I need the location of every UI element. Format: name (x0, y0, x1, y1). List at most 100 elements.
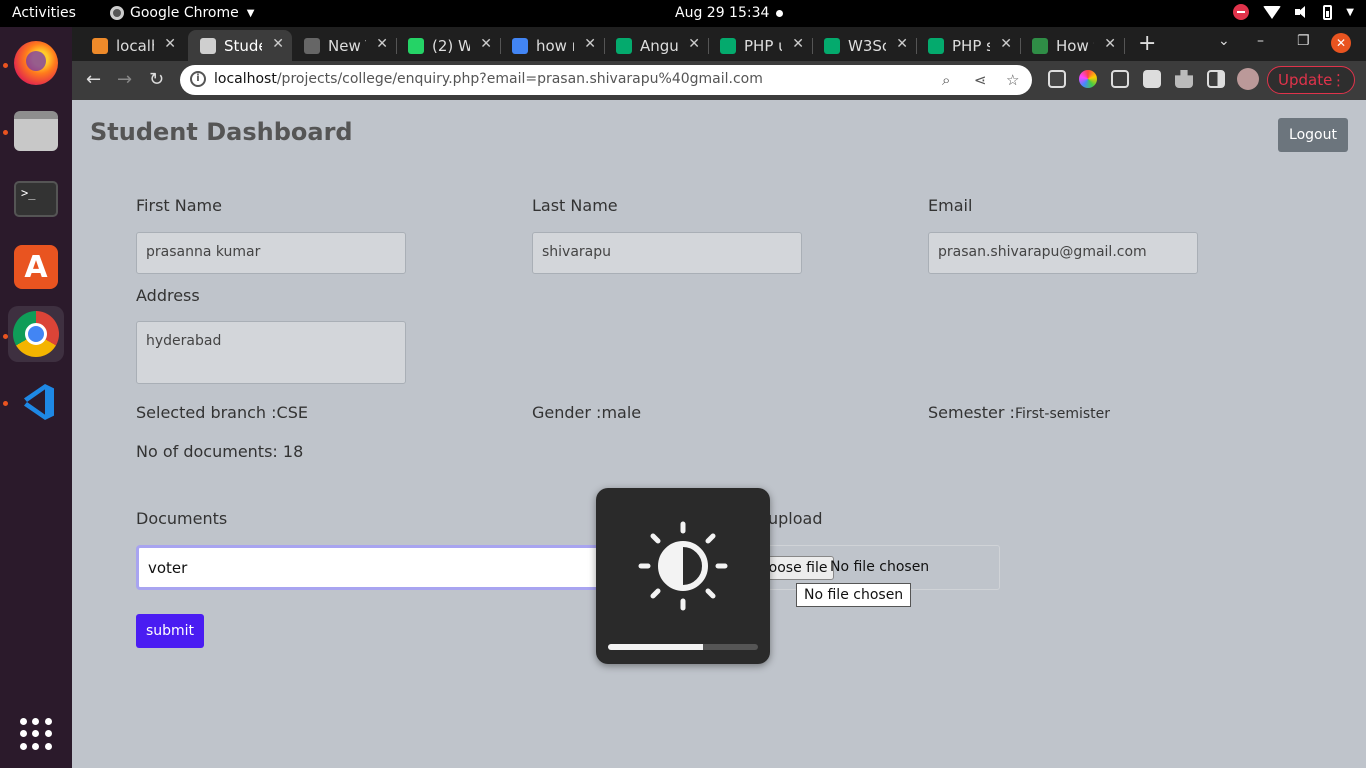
extension-color-icon[interactable] (1079, 70, 1097, 88)
logout-button[interactable]: Logout (1278, 118, 1348, 152)
battery-icon (1323, 4, 1333, 20)
tab-close-icon[interactable]: ✕ (480, 36, 492, 52)
extension-tab-icon[interactable] (1143, 70, 1161, 88)
clock[interactable]: Aug 29 15:34 (675, 5, 769, 21)
url-text: localhost/projects/college/enquiry.php?e… (214, 71, 763, 87)
tab-title: how n (536, 36, 574, 55)
activities-button[interactable]: Activities (12, 5, 76, 21)
address-textarea[interactable]: hyderabad (136, 321, 406, 384)
browser-tab[interactable]: PHP s ✕ (916, 30, 1021, 61)
dock-software[interactable]: A (8, 239, 64, 295)
update-button[interactable]: Update ⋮ (1267, 66, 1355, 94)
extensions-puzzle-icon[interactable] (1175, 70, 1193, 88)
tab-favicon-icon (720, 37, 736, 54)
tab-favicon-icon (304, 37, 320, 54)
side-panel-icon[interactable] (1207, 70, 1225, 88)
caret-down-icon: ▼ (1346, 6, 1354, 18)
tab-title: Stude (224, 36, 262, 55)
notification-dot-icon (776, 10, 783, 17)
email-field[interactable]: prasan.shivarapu@gmail.com (928, 232, 1198, 274)
volume-icon (1295, 5, 1309, 19)
browser-tab[interactable]: (2) Wh ✕ (396, 30, 501, 61)
wifi-icon (1263, 5, 1282, 19)
system-tray[interactable]: ▼ (1233, 4, 1354, 20)
tab-title: Angul (640, 36, 678, 55)
minimize-button[interactable]: – (1257, 33, 1264, 49)
terminal-icon: >_ (14, 181, 58, 217)
browser-tab[interactable]: W3Sch ✕ (812, 30, 917, 61)
last-name-field[interactable]: shivarapu (532, 232, 802, 274)
tab-search-button[interactable]: ⌄ (1218, 33, 1230, 49)
tab-title: W3Sch (848, 36, 886, 55)
tab-favicon-icon (1032, 37, 1048, 54)
share-icon[interactable]: ⋖ (974, 71, 987, 89)
firefox-icon (14, 41, 58, 85)
browser-tab[interactable]: how n ✕ (500, 30, 605, 61)
dock: >_ A (0, 27, 72, 768)
chrome-app-icon (110, 6, 124, 20)
tab-close-icon[interactable]: ✕ (376, 36, 388, 52)
browser-tab[interactable]: Angul ✕ (604, 30, 709, 61)
dock-files[interactable] (8, 103, 64, 159)
tab-close-icon[interactable]: ✕ (792, 36, 804, 52)
browser-tab[interactable]: How t ✕ (1020, 30, 1125, 61)
dock-vscode[interactable] (8, 374, 64, 430)
browser-tab[interactable]: Stude ✕ (188, 30, 292, 61)
tab-close-icon[interactable]: ✕ (584, 36, 596, 52)
menu-kebab-icon: ⋮ (1331, 71, 1346, 89)
browser-toolbar: ← → ↻ i localhost/projects/college/enqui… (72, 61, 1366, 100)
vscode-icon (14, 380, 58, 424)
forward-button[interactable]: → (117, 69, 132, 90)
tab-favicon-icon (408, 37, 424, 54)
zoom-icon[interactable]: ⌕ (942, 71, 950, 89)
new-tab-button[interactable]: + (1138, 31, 1156, 56)
file-tooltip: No file chosen (796, 583, 912, 607)
dock-terminal[interactable]: >_ (8, 171, 64, 227)
file-status: No file chosen (830, 559, 930, 575)
extension-screenshot-icon[interactable] (1111, 70, 1129, 88)
chrome-icon (13, 311, 59, 357)
browser-tab[interactable]: PHP u ✕ (708, 30, 813, 61)
app-menu[interactable]: Google Chrome ▼ (110, 5, 254, 21)
dock-firefox[interactable] (8, 35, 64, 91)
tab-title: New T (328, 36, 366, 55)
tab-close-icon[interactable]: ✕ (164, 36, 176, 52)
branch-text: Selected branch :CSE (136, 403, 308, 422)
tab-close-icon[interactable]: ✕ (1000, 36, 1012, 52)
folder-icon (14, 111, 58, 151)
address-bar[interactable]: i localhost/projects/college/enquiry.php… (180, 65, 1032, 95)
maximize-button[interactable]: ❐ (1297, 33, 1310, 49)
extension-eyedropper-icon[interactable] (1048, 70, 1066, 88)
site-info-icon[interactable]: i (190, 71, 206, 87)
tab-favicon-icon (200, 37, 216, 54)
show-apps-button[interactable] (8, 706, 64, 762)
first-name-label: First Name (136, 196, 222, 215)
tab-separator (1124, 38, 1125, 54)
tab-favicon-icon (824, 37, 840, 54)
close-window-button[interactable]: ✕ (1331, 33, 1351, 53)
bookmark-star-icon[interactable]: ☆ (1006, 71, 1019, 89)
profile-avatar[interactable] (1237, 68, 1259, 90)
tab-favicon-icon (616, 37, 632, 54)
browser-tab[interactable]: New T ✕ (292, 30, 397, 61)
tab-close-icon[interactable]: ✕ (1104, 36, 1116, 52)
tab-favicon-icon (512, 37, 528, 54)
document-count: No of documents: 18 (136, 442, 304, 461)
first-name-field[interactable]: prasanna kumar (136, 232, 406, 274)
back-button[interactable]: ← (86, 69, 101, 90)
tab-title: localh (116, 36, 154, 55)
tab-title: (2) Wh (432, 36, 470, 55)
documents-input[interactable]: voter (136, 545, 606, 590)
tab-favicon-icon (928, 37, 944, 54)
tab-close-icon[interactable]: ✕ (688, 36, 700, 52)
do-not-disturb-icon (1233, 4, 1250, 20)
caret-down-icon: ▼ (246, 7, 255, 19)
submit-button[interactable]: submit (136, 614, 204, 648)
browser-tab[interactable]: localh ✕ (80, 30, 184, 61)
tab-close-icon[interactable]: ✕ (896, 36, 908, 52)
tab-close-icon[interactable]: ✕ (272, 36, 284, 52)
app-grid-icon (20, 718, 52, 750)
last-name-label: Last Name (532, 196, 618, 215)
dock-chrome[interactable] (8, 306, 64, 362)
reload-button[interactable]: ↻ (149, 69, 164, 90)
